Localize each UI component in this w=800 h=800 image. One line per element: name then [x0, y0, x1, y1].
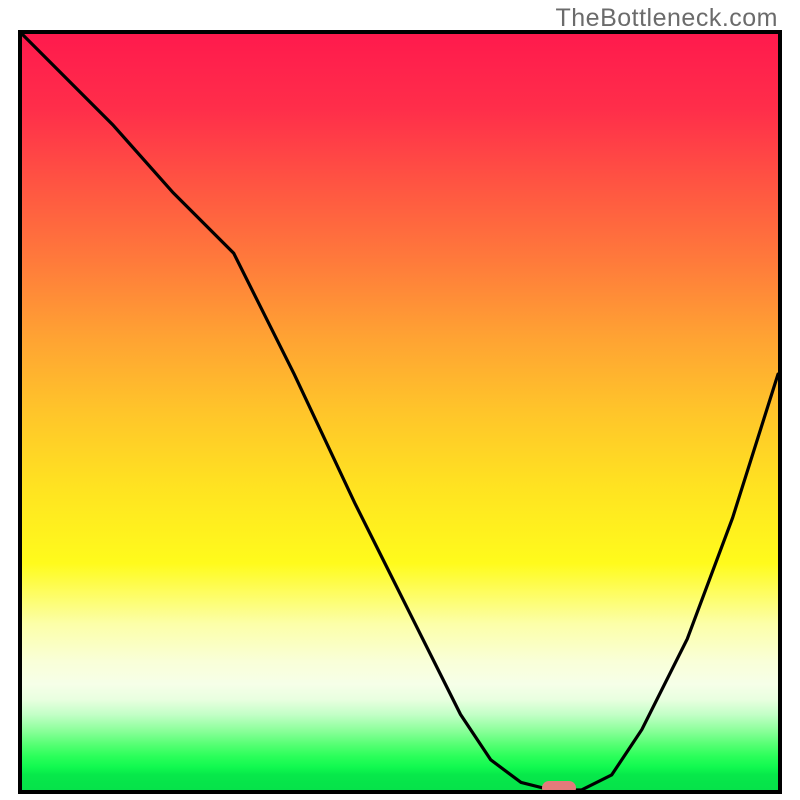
curve-svg	[22, 34, 778, 790]
minimum-marker	[542, 781, 576, 794]
bottleneck-curve	[22, 34, 778, 790]
watermark-text: TheBottleneck.com	[556, 4, 779, 33]
chart-frame	[18, 30, 782, 794]
